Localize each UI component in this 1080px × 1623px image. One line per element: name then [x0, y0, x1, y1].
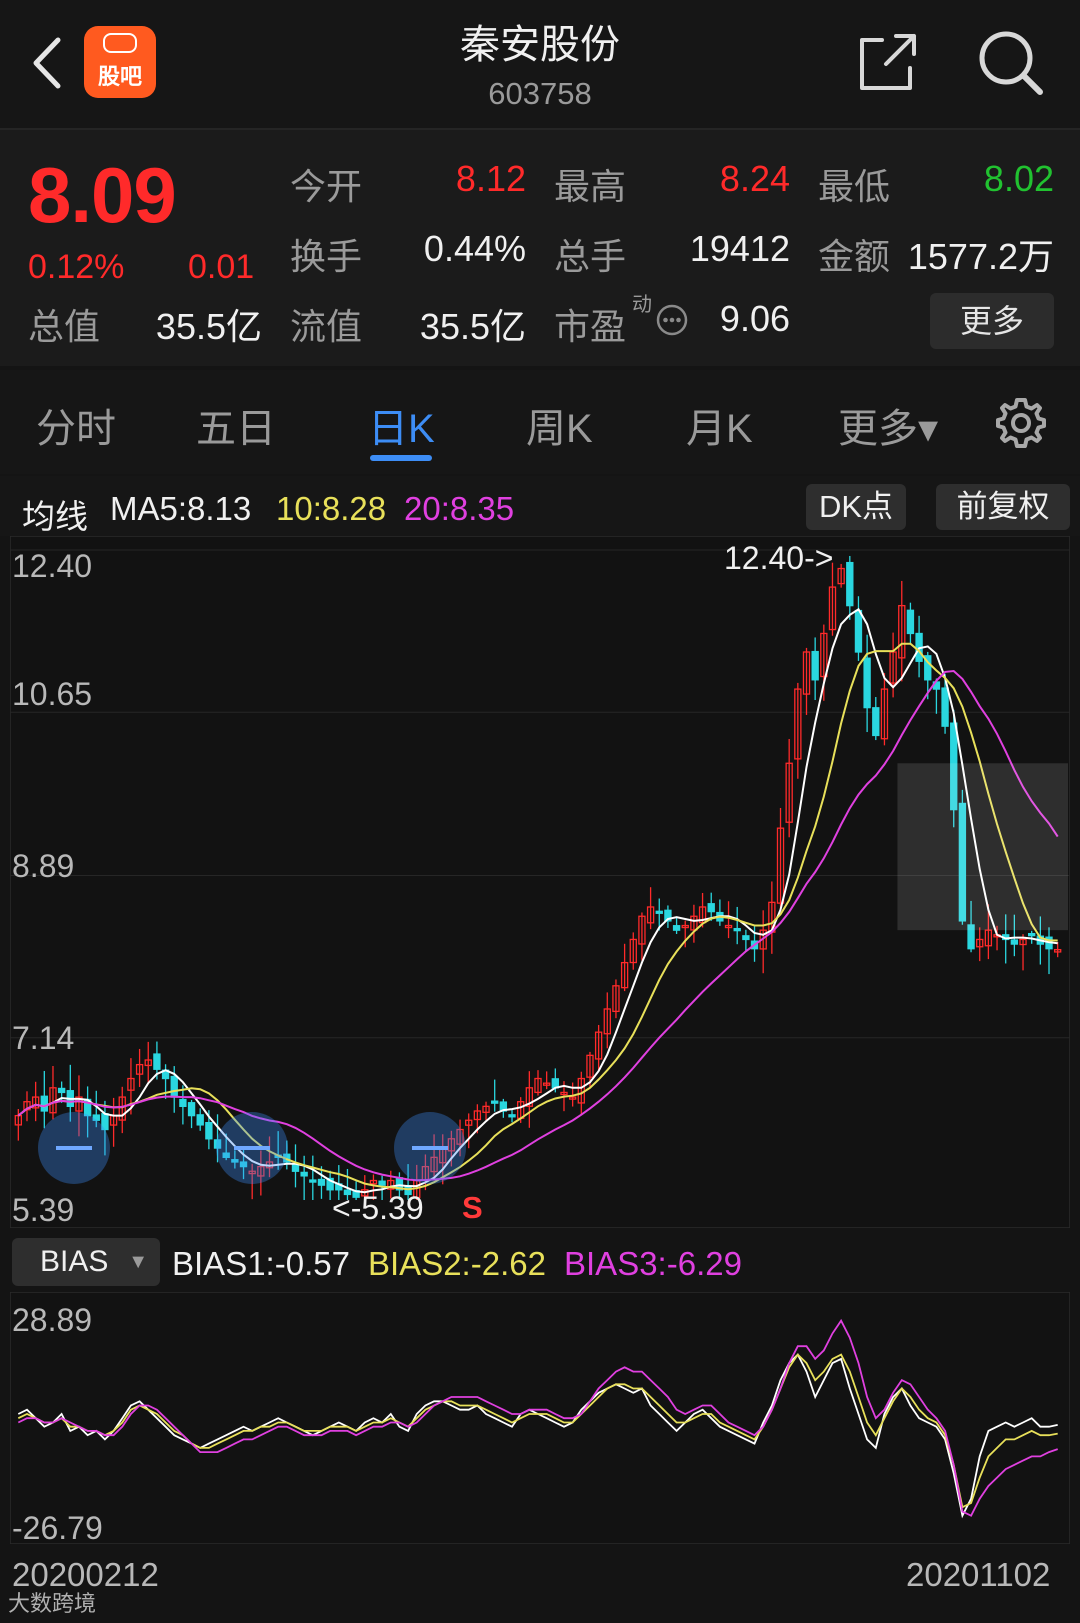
candle-body: [672, 925, 681, 931]
candle-body: [317, 1178, 326, 1186]
candle-body: [153, 1053, 161, 1070]
change-percent: 0.12%: [28, 248, 125, 286]
pe-label: 市盈: [554, 306, 627, 347]
candle-body: [811, 650, 819, 681]
candle-body: [854, 609, 863, 653]
tab-daily-k[interactable]: 日K: [368, 396, 435, 454]
ma5-value: MA5:8.13: [110, 490, 252, 527]
bias-y-tick-min: -26.79: [12, 1510, 103, 1546]
candle-body: [707, 903, 715, 913]
y-tick-max: 12.40: [12, 548, 93, 584]
candle-body: [863, 657, 871, 709]
kline-chart[interactable]: [10, 536, 1070, 1228]
y-tick-4: 7.14: [12, 1020, 75, 1056]
forward-adjust-button[interactable]: 前复权: [936, 484, 1070, 530]
candle-body: [378, 1180, 386, 1186]
bias-chart[interactable]: [10, 1292, 1070, 1544]
tab-more[interactable]: 更多▾: [838, 396, 938, 454]
more-dots-icon[interactable]: [656, 304, 688, 336]
dropdown-caret-icon: ▼: [128, 1251, 148, 1273]
candle-body: [742, 935, 750, 941]
candle-body: [170, 1075, 178, 1098]
candle-body: [872, 707, 880, 737]
candle-body: [1010, 939, 1019, 945]
candle-body: [491, 1100, 499, 1104]
candle-body: [187, 1102, 196, 1117]
low-label: 最低: [818, 166, 891, 207]
high-value: 8.24: [719, 158, 790, 199]
volume-label: 总手: [554, 236, 627, 277]
highlight-box: [897, 763, 1068, 931]
pe-value: 9.06: [719, 298, 790, 339]
share-icon[interactable]: [856, 30, 920, 94]
float-cap-label: 流值: [290, 306, 363, 347]
min-price-annotation: <-5.39: [332, 1190, 424, 1226]
candle-body: [733, 927, 741, 932]
sell-marker[interactable]: S: [462, 1190, 483, 1226]
market-cap-value: 35.5亿: [155, 306, 262, 347]
candle-body: [196, 1114, 204, 1126]
candle-body: [846, 561, 854, 607]
candle-body: [40, 1095, 48, 1112]
high-label: 最高: [554, 166, 627, 207]
tab-weekly-k[interactable]: 周K: [526, 396, 593, 454]
y-tick-3: 8.89: [12, 848, 75, 884]
signal-marker-2[interactable]: [394, 1112, 466, 1184]
volume-value: 19412: [689, 228, 790, 269]
signal-marker-1[interactable]: [216, 1112, 288, 1184]
turnover-value: 0.44%: [423, 228, 526, 269]
indicator-select-label: BIAS: [40, 1245, 109, 1278]
candle-body: [57, 1087, 66, 1094]
open-value: 8.12: [455, 158, 526, 199]
end-date: 20201102: [906, 1556, 1051, 1593]
candle-body: [291, 1164, 300, 1172]
gear-icon[interactable]: [994, 396, 1048, 450]
ma-label: 均线: [22, 498, 88, 535]
candle-body: [941, 687, 949, 727]
candle-body: [508, 1114, 516, 1118]
last-price: 8.09: [28, 151, 177, 239]
pe-dynamic-sup: 动: [632, 294, 652, 316]
turnover-label: 换手: [290, 236, 363, 277]
market-cap-label: 总值: [28, 306, 101, 347]
candle-body: [300, 1171, 308, 1177]
amount-value: 1577.2万: [907, 236, 1054, 277]
candle-body: [309, 1179, 317, 1183]
indicator-select[interactable]: BIAS ▼: [12, 1238, 160, 1286]
bias2-value: BIAS2:-2.62: [368, 1245, 546, 1282]
candle-body: [655, 910, 663, 914]
tab-monthly-k[interactable]: 月K: [686, 396, 753, 454]
low-value: 8.02: [983, 158, 1054, 199]
bias1-value: BIAS1:-0.57: [172, 1245, 350, 1282]
tab-intraday[interactable]: 分时: [36, 396, 116, 454]
signal-marker-0[interactable]: [38, 1112, 110, 1184]
ma10-value: 10:8.28: [276, 490, 387, 527]
active-tab-indicator: [370, 455, 432, 461]
candle-body: [205, 1122, 213, 1140]
candle-body: [179, 1098, 187, 1107]
change-amount: 0.01: [188, 248, 255, 286]
y-tick-min: 5.39: [12, 1192, 75, 1228]
amount-label: 金额: [818, 236, 891, 277]
max-price-annotation: 12.40->: [724, 540, 834, 576]
dk-point-button[interactable]: DK点: [806, 484, 906, 530]
y-tick-2: 10.65: [12, 676, 93, 712]
open-label: 今开: [290, 166, 363, 207]
watermark: 大数跨境: [8, 1591, 97, 1616]
bias3-value: BIAS3:-6.29: [564, 1245, 742, 1282]
bias-y-tick-max: 28.89: [12, 1302, 93, 1338]
more-button[interactable]: 更多: [930, 293, 1054, 349]
candle-body: [1028, 933, 1036, 937]
ma20-value: 20:8.35: [404, 490, 515, 527]
float-cap-value: 35.5亿: [419, 306, 526, 347]
tab-five-day[interactable]: 五日: [196, 396, 276, 454]
candle-body: [906, 609, 915, 635]
search-icon[interactable]: [976, 28, 1044, 96]
